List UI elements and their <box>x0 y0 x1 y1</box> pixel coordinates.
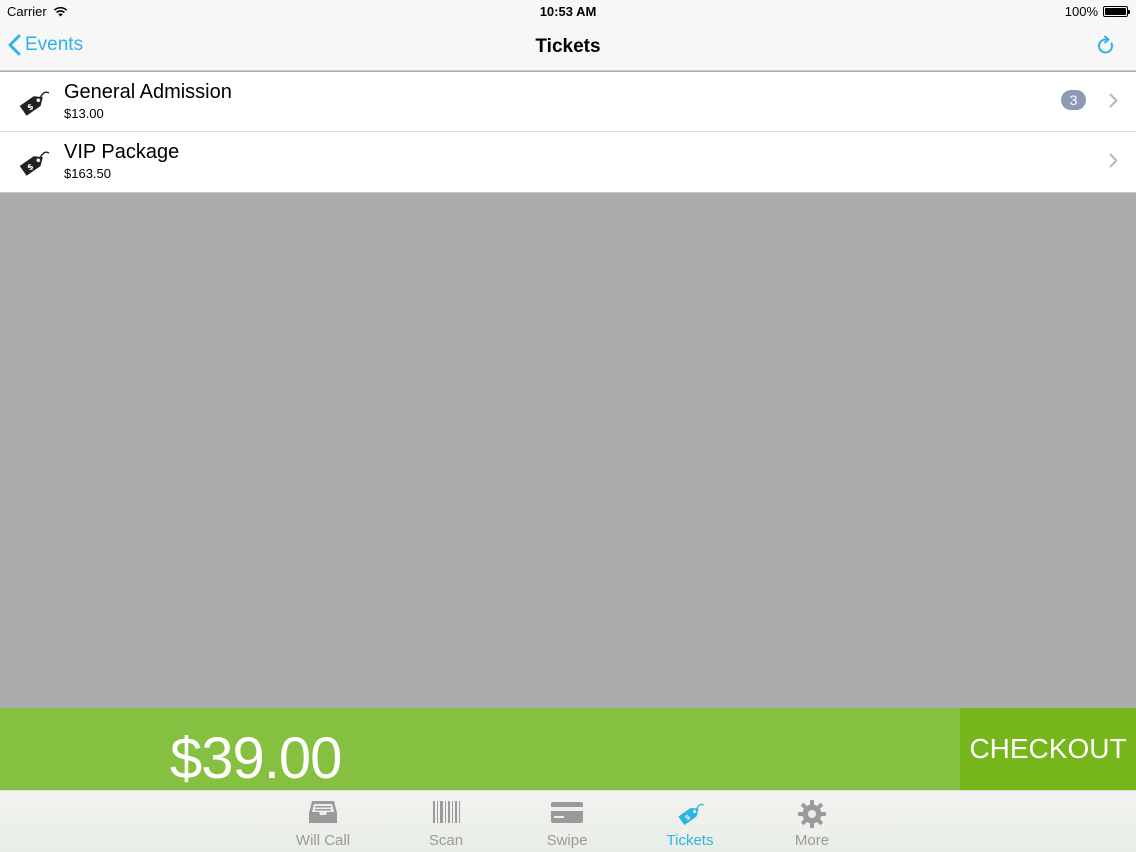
ticket-list: $ General Admission $13.00 3 $ VIP Packa… <box>0 72 1136 193</box>
ticket-name: General Admission <box>64 81 232 103</box>
battery-icon <box>1103 6 1130 17</box>
credit-card-icon <box>551 802 583 823</box>
status-right: 100% <box>1064 4 1130 19</box>
tab-tickets[interactable]: $ Tickets <box>635 791 745 852</box>
ticket-row-vip-package[interactable]: $ VIP Package $163.50 <box>0 132 1136 192</box>
refresh-button[interactable] <box>1096 35 1116 62</box>
ticket-tag-icon: $ <box>678 803 705 826</box>
tab-will-call[interactable]: Will Call <box>268 791 378 852</box>
cart-total: $39.00 <box>170 726 342 791</box>
tab-scan[interactable]: Scan <box>391 791 501 852</box>
refresh-icon <box>1098 35 1113 54</box>
battery-percent: 100% <box>1064 4 1098 19</box>
status-time: 10:53 AM <box>539 4 597 19</box>
tab-label: Tickets <box>666 832 714 849</box>
tab-label: Will Call <box>295 832 351 849</box>
price-tag-icon: $ <box>19 91 50 116</box>
ticket-row-general-admission[interactable]: $ General Admission $13.00 3 <box>0 72 1136 132</box>
chevron-right-icon <box>1109 153 1118 168</box>
ticket-name: VIP Package <box>64 141 180 163</box>
quantity-badge: 3 <box>1061 90 1086 110</box>
tab-more[interactable]: More <box>757 791 867 852</box>
tab-swipe[interactable]: Swipe <box>512 791 622 852</box>
checkout-bar: $39.00 CHECKOUT <box>0 708 1136 791</box>
inbox-tray-icon <box>309 801 337 823</box>
barcode-icon <box>433 801 460 823</box>
status-bar: Carrier 10:53 AM 100% <box>0 0 1136 24</box>
gear-icon <box>798 800 826 828</box>
tab-label: More <box>794 832 830 849</box>
ticket-price: $13.00 <box>64 106 104 121</box>
tab-bar: Will Call Scan Swipe $ Tickets More <box>0 790 1136 852</box>
page-title: Tickets <box>535 36 601 57</box>
ticket-price: $163.50 <box>64 166 111 181</box>
price-tag-icon: $ <box>19 151 50 176</box>
navigation-bar: Events Tickets <box>0 24 1136 71</box>
tab-label: Scan <box>428 832 464 849</box>
tab-label: Swipe <box>546 832 588 849</box>
checkout-button[interactable]: CHECKOUT <box>960 708 1136 790</box>
chevron-right-icon <box>1109 93 1118 108</box>
